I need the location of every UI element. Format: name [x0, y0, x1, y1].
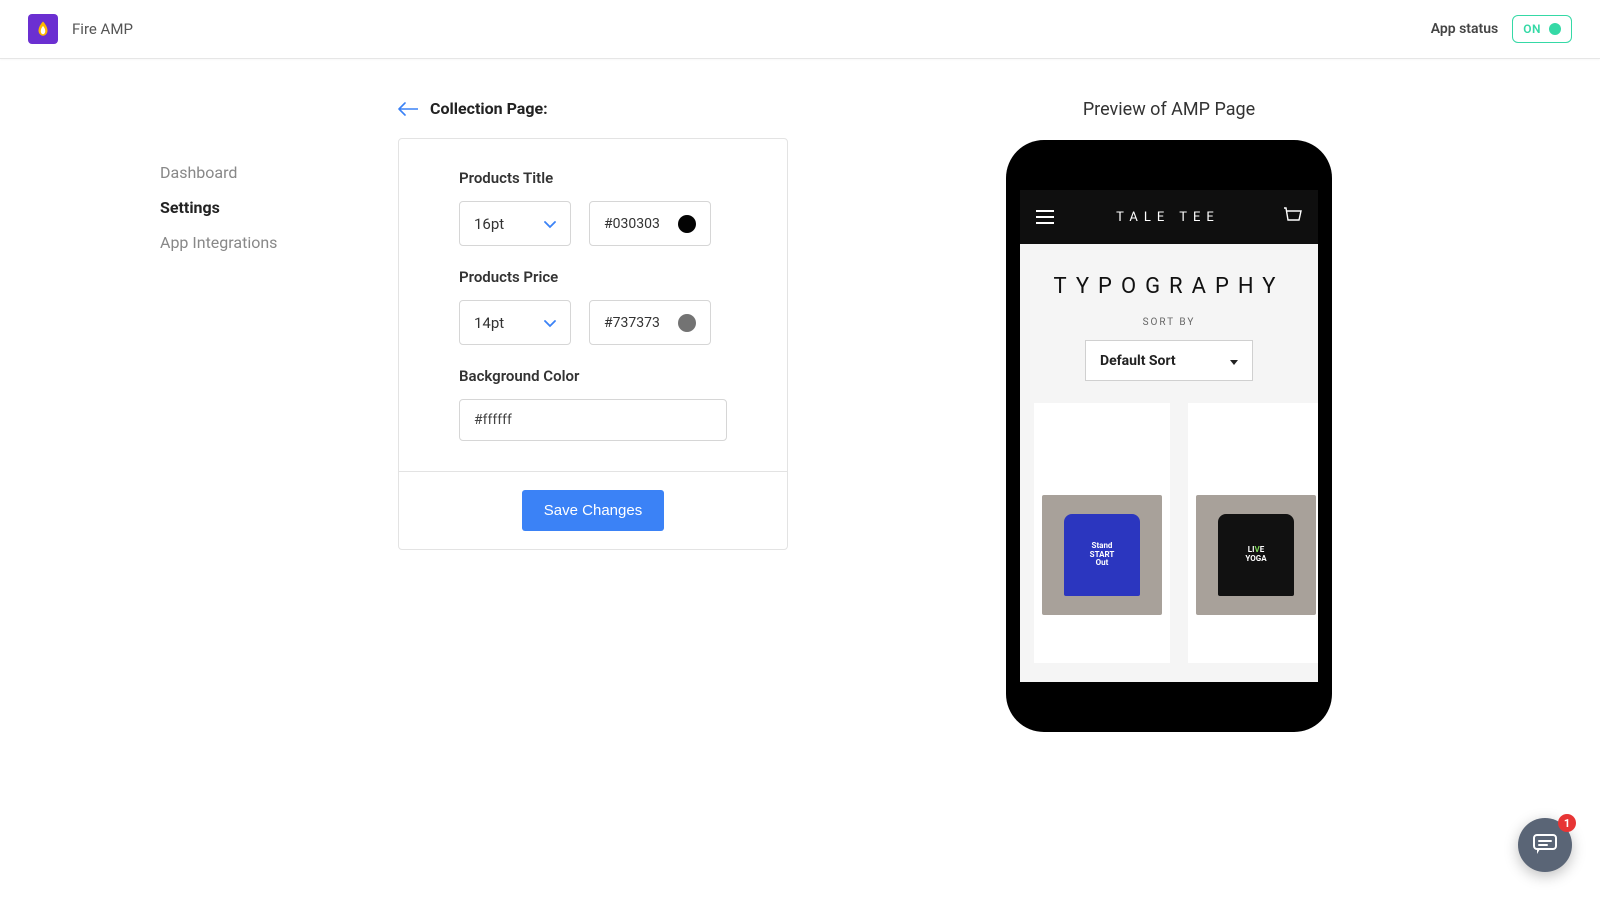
- hamburger-icon[interactable]: [1036, 210, 1054, 224]
- app-name: Fire AMP: [72, 20, 133, 38]
- title-color-swatch: [678, 215, 696, 233]
- sidebar-item-dashboard[interactable]: Dashboard: [160, 155, 360, 190]
- store-name: TALE TEE: [1116, 210, 1220, 225]
- product-card[interactable]: StandSTARTOut: [1034, 403, 1170, 663]
- settings-content: Collection Page: Products Title 16pt: [398, 99, 788, 732]
- price-color-value: #737373: [604, 315, 660, 331]
- product-card[interactable]: LIVEYOGA: [1188, 403, 1318, 663]
- field-products-price: Products Price 14pt #737373: [459, 268, 727, 345]
- background-color-value: #ffffff: [474, 412, 512, 428]
- settings-panel: Products Title 16pt #030303: [398, 138, 788, 550]
- chat-widget-button[interactable]: 1: [1518, 818, 1572, 872]
- sort-value: Default Sort: [1100, 353, 1176, 369]
- app-status-toggle[interactable]: ON: [1512, 15, 1572, 43]
- preview-collection-title: TYPOGRAPHY: [1020, 244, 1318, 317]
- title-color-input[interactable]: #030303: [589, 201, 711, 246]
- price-color-swatch: [678, 314, 696, 332]
- app-header: Fire AMP App status ON: [0, 0, 1600, 59]
- product-image: StandSTARTOut: [1042, 495, 1162, 615]
- products-grid: StandSTARTOut LIVEYOGA: [1020, 403, 1318, 663]
- flame-icon: [34, 20, 52, 38]
- panel-footer: Save Changes: [399, 471, 787, 549]
- app-status-label: App status: [1431, 21, 1499, 37]
- price-color-input[interactable]: #737373: [589, 300, 711, 345]
- field-row: 16pt #030303: [459, 201, 727, 246]
- sidebar-item-integrations[interactable]: App Integrations: [160, 225, 360, 260]
- tshirt-text: LIVEYOGA: [1245, 546, 1266, 564]
- field-row: 14pt #737373: [459, 300, 727, 345]
- caret-down-icon: [1230, 351, 1238, 370]
- chevron-down-icon: [544, 313, 556, 332]
- main-layout: Dashboard Settings App Integrations Coll…: [100, 59, 1500, 772]
- background-color-input[interactable]: #ffffff: [459, 399, 727, 441]
- cart-icon[interactable]: [1282, 206, 1302, 228]
- preview-store-header: TALE TEE: [1020, 190, 1318, 244]
- field-label-products-price: Products Price: [459, 268, 727, 286]
- title-size-select[interactable]: 16pt: [459, 201, 571, 246]
- phone-screen: TALE TEE TYPOGRAPHY SORT BY Default Sort: [1020, 190, 1318, 682]
- save-button[interactable]: Save Changes: [522, 490, 664, 531]
- title-color-value: #030303: [604, 216, 660, 232]
- title-size-value: 16pt: [474, 215, 504, 233]
- field-products-title: Products Title 16pt #030303: [459, 169, 727, 246]
- header-left: Fire AMP: [28, 14, 133, 44]
- status-indicator-dot: [1549, 23, 1561, 35]
- field-background-color: Background Color #ffffff: [459, 367, 727, 441]
- price-size-value: 14pt: [474, 314, 504, 332]
- page-title-row: Collection Page:: [398, 99, 788, 118]
- preview-pane: Preview of AMP Page TALE TEE TYPOGRAPHY …: [838, 99, 1500, 732]
- chat-badge: 1: [1558, 814, 1576, 832]
- sidebar-item-settings[interactable]: Settings: [160, 190, 360, 225]
- field-label-background: Background Color: [459, 367, 727, 385]
- header-right: App status ON: [1431, 15, 1572, 43]
- sort-by-label: SORT BY: [1020, 317, 1318, 328]
- tshirt-graphic: LIVEYOGA: [1218, 514, 1294, 596]
- sidebar-nav: Dashboard Settings App Integrations: [100, 99, 360, 732]
- page-title: Collection Page:: [430, 99, 548, 118]
- back-arrow-icon[interactable]: [398, 102, 418, 116]
- status-text: ON: [1523, 22, 1541, 36]
- chevron-down-icon: [544, 214, 556, 233]
- price-size-select[interactable]: 14pt: [459, 300, 571, 345]
- tshirt-graphic: StandSTARTOut: [1064, 514, 1140, 596]
- tshirt-text: StandSTARTOut: [1090, 542, 1115, 568]
- panel-body: Products Title 16pt #030303: [399, 139, 787, 471]
- preview-title: Preview of AMP Page: [1083, 99, 1255, 120]
- field-label-products-title: Products Title: [459, 169, 727, 187]
- sort-select[interactable]: Default Sort: [1085, 340, 1253, 381]
- app-logo: [28, 14, 58, 44]
- product-image: LIVEYOGA: [1196, 495, 1316, 615]
- chat-icon: [1532, 833, 1558, 857]
- phone-frame: TALE TEE TYPOGRAPHY SORT BY Default Sort: [1006, 140, 1332, 732]
